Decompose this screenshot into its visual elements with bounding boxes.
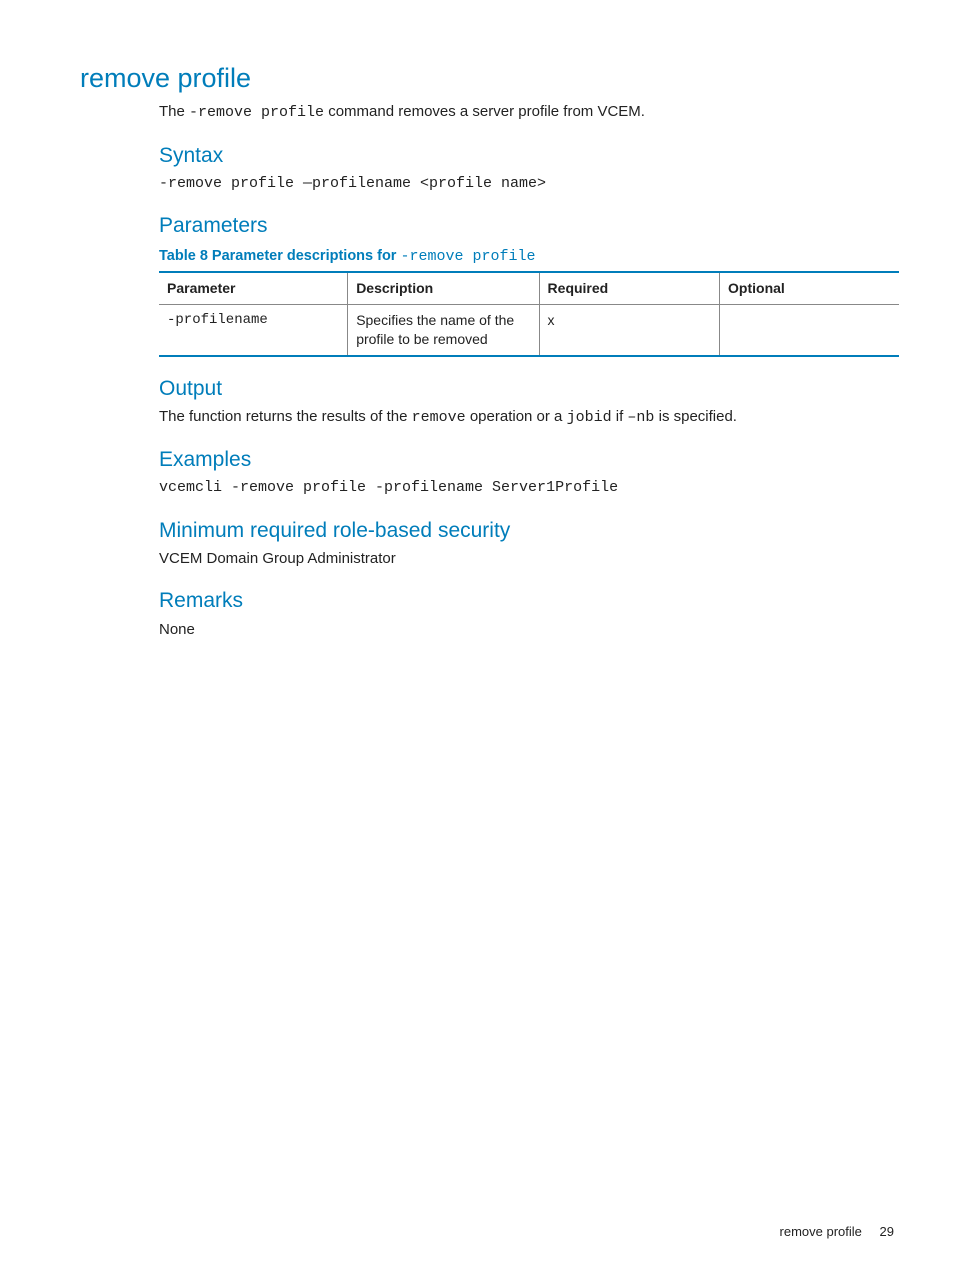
output-text-b: operation or a [466,408,567,425]
intro-text: The -remove profile command removes a se… [159,102,894,123]
remarks-heading: Remarks [159,587,894,615]
output-code-c: –nb [627,409,654,426]
output-heading: Output [159,375,894,403]
syntax-code: -remove profile —profilename <profile na… [159,174,894,194]
footer-label: remove profile [780,1224,862,1239]
caption-command: -remove profile [400,248,535,265]
header-description: Description [348,272,539,304]
output-text-d: is specified. [654,408,737,425]
table-row: -profilename Specifies the name of the p… [159,304,899,355]
output-text-c: if [612,408,628,425]
remarks-text: None [159,620,894,640]
header-required: Required [539,272,719,304]
parameters-table: Parameter Description Required Optional … [159,271,899,357]
header-optional: Optional [720,272,899,304]
syntax-heading: Syntax [159,142,894,170]
cell-required: x [539,304,719,355]
table-header-row: Parameter Description Required Optional [159,272,899,304]
intro-prefix: The [159,103,189,120]
header-parameter: Parameter [159,272,348,304]
footer-page-number: 29 [880,1224,894,1239]
output-text: The function returns the results of the … [159,407,894,428]
security-heading: Minimum required role-based security [159,517,894,545]
output-code-b: jobid [567,409,612,426]
examples-heading: Examples [159,446,894,474]
page-title: remove profile [80,60,894,96]
intro-command: -remove profile [189,104,324,121]
cell-optional [720,304,899,355]
output-text-a: The function returns the results of the [159,408,412,425]
intro-suffix: command removes a server profile from VC… [324,103,645,120]
parameters-heading: Parameters [159,212,894,240]
table-caption: Table 8 Parameter descriptions for -remo… [159,247,894,267]
caption-prefix: Table 8 Parameter descriptions for [159,248,400,264]
cell-parameter: -profilename [159,304,348,355]
output-code-a: remove [412,409,466,426]
security-text: VCEM Domain Group Administrator [159,549,894,569]
examples-code: vcemcli -remove profile -profilename Ser… [159,478,894,498]
page-footer: remove profile 29 [780,1223,894,1241]
cell-description: Specifies the name of the profile to be … [348,304,539,355]
